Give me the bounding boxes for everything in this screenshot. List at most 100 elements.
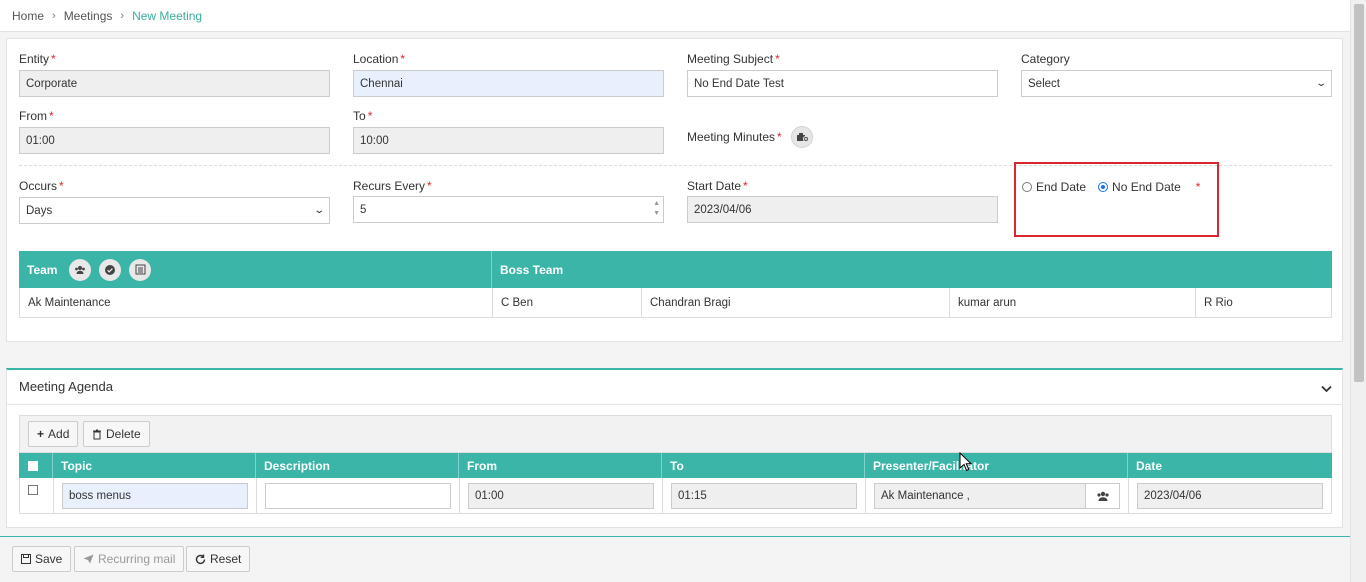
to-cell: 01:15 (663, 478, 866, 513)
delete-agenda-button[interactable]: Delete (83, 421, 150, 447)
presenter-value: Ak Maintenance , (881, 489, 970, 502)
add-minutes-icon[interactable] (791, 126, 813, 148)
meeting-minutes-label: Meeting Minutes * (687, 130, 782, 144)
boss-member: kumar arun (950, 288, 1196, 317)
presenter-input[interactable]: Ak Maintenance , (874, 482, 1120, 509)
agenda-to-input[interactable]: 01:15 (671, 482, 857, 509)
boss-member: Chandran Bragi (642, 288, 950, 317)
plus-icon: + (37, 427, 45, 441)
recurs-every-value: 5 (360, 203, 367, 216)
end-date-radio-label[interactable]: End Date (1036, 180, 1086, 194)
divider (7, 404, 1342, 405)
reset-button-label: Reset (210, 552, 242, 566)
from-cell: 01:00 (460, 478, 663, 513)
check-circle-icon[interactable] (99, 258, 122, 281)
agenda-title[interactable]: Meeting Agenda (19, 379, 113, 394)
users-icon[interactable] (69, 258, 92, 281)
to-time-field[interactable]: 10:00 (353, 127, 664, 154)
form-footer: Save Recurring mail Reset (0, 536, 1350, 582)
no-end-date-radio[interactable] (1098, 182, 1109, 192)
date-cell: 2023/04/06 (1129, 478, 1331, 513)
team-value: Ak Maintenance (20, 288, 493, 317)
subject-label: Meeting Subject * (687, 52, 780, 66)
agenda-toolbar: + Add Delete (19, 415, 1332, 453)
recurs-every-label: Recurs Every * (353, 179, 432, 193)
col-date: Date (1136, 458, 1163, 473)
boss-member: R Rio (1204, 296, 1233, 309)
from-label: From * (19, 109, 54, 123)
add-agenda-button[interactable]: + Add (28, 421, 79, 447)
end-date-radio-group: End Date No End Date * (1022, 180, 1200, 194)
location-field[interactable]: Chennai (353, 70, 664, 97)
from-time-field[interactable]: 01:00 (19, 127, 330, 154)
start-date-field[interactable]: 2023/04/06 (687, 196, 998, 223)
number-spinner[interactable]: ▲ ▼ (653, 199, 660, 219)
meeting-agenda-panel: Meeting Agenda + Add Delete Topic Descri… (6, 368, 1343, 528)
agenda-date-input[interactable]: 2023/04/06 (1137, 482, 1323, 509)
meeting-form-panel: Entity * Corporate Location * Chennai Meet… (6, 38, 1343, 342)
row-checkbox[interactable] (28, 485, 38, 495)
no-end-date-radio-label[interactable]: No End Date (1112, 180, 1181, 194)
save-button[interactable]: Save (12, 546, 72, 572)
category-value: Select (1028, 77, 1060, 90)
col-presenter: Presenter/Facilitator (865, 453, 1128, 478)
agenda-from-input[interactable]: 01:00 (468, 482, 654, 509)
recurs-every-input[interactable]: 5 ▲ ▼ (353, 196, 664, 223)
save-button-label: Save (35, 552, 63, 566)
delete-button-label: Delete (106, 427, 141, 441)
reset-button[interactable]: Reset (186, 546, 251, 572)
col-to: To (662, 453, 865, 478)
occurs-value: Days (26, 204, 53, 217)
page-scrollbar[interactable] (1350, 0, 1366, 582)
select-all-cell (19, 453, 53, 478)
chevron-down-icon: ⌄ (1314, 78, 1327, 89)
breadcrumb-home[interactable]: Home (12, 9, 44, 23)
send-icon (83, 554, 94, 564)
team-header-cell: Team (19, 251, 492, 288)
team-table-header: Team Boss Team (19, 251, 1332, 288)
list-icon[interactable] (129, 258, 152, 281)
boss-member: C Ben (493, 288, 642, 317)
users-icon[interactable] (1085, 483, 1119, 508)
subject-field[interactable]: No End Date Test (687, 70, 998, 97)
location-label: Location * (353, 52, 406, 66)
add-button-label: Add (48, 427, 70, 441)
breadcrumb: Home › Meetings › New Meeting (0, 0, 1350, 32)
row-select-cell (20, 478, 54, 513)
required-indicator: * (1195, 180, 1201, 194)
trash-icon (93, 429, 101, 439)
occurs-label: Occurs * (19, 179, 64, 193)
category-select[interactable]: Select ⌄ (1021, 70, 1332, 97)
description-cell (257, 478, 460, 513)
category-label: Category (1021, 52, 1070, 66)
team-header-label: Team (27, 262, 58, 277)
end-date-radio[interactable] (1022, 182, 1032, 192)
agenda-table-header: Topic Description From To Presenter/Faci… (19, 453, 1332, 478)
table-row: boss menus 01:00 01:15 Ak Maintenance , … (19, 478, 1332, 514)
select-all-checkbox[interactable] (28, 460, 38, 471)
breadcrumb-current: New Meeting (132, 8, 203, 23)
recurring-mail-button[interactable]: Recurring mail (74, 546, 185, 572)
scrollbar-thumb[interactable] (1354, 4, 1364, 382)
entity-label: Entity * (19, 52, 56, 66)
chevron-down-icon: ⌄ (312, 205, 325, 216)
presenter-cell: Ak Maintenance , (866, 478, 1129, 513)
breadcrumb-meetings[interactable]: Meetings (64, 9, 113, 23)
save-icon (21, 554, 31, 564)
occurs-select[interactable]: Days ⌄ (19, 197, 330, 224)
chevron-right-icon: › (120, 9, 125, 22)
end-date-options-highlight: End Date No End Date * (1014, 162, 1219, 237)
topic-input[interactable]: boss menus (62, 482, 248, 509)
topic-cell: boss menus (54, 478, 257, 513)
boss-team-header-cell: Boss Team (500, 262, 564, 277)
col-from: From (459, 453, 662, 478)
start-date-label: Start Date * (687, 179, 748, 193)
recurring-mail-label: Recurring mail (98, 552, 176, 566)
mouse-cursor-icon (959, 452, 973, 472)
agenda-table: Topic Description From To Presenter/Faci… (19, 453, 1332, 514)
description-input[interactable] (265, 482, 451, 509)
entity-field[interactable]: Corporate (19, 70, 330, 97)
team-table: Team Boss Team Ak Maintenance C Ben Chan… (19, 251, 1332, 318)
chevron-down-icon[interactable] (1321, 382, 1332, 396)
col-topic: Topic (53, 453, 256, 478)
